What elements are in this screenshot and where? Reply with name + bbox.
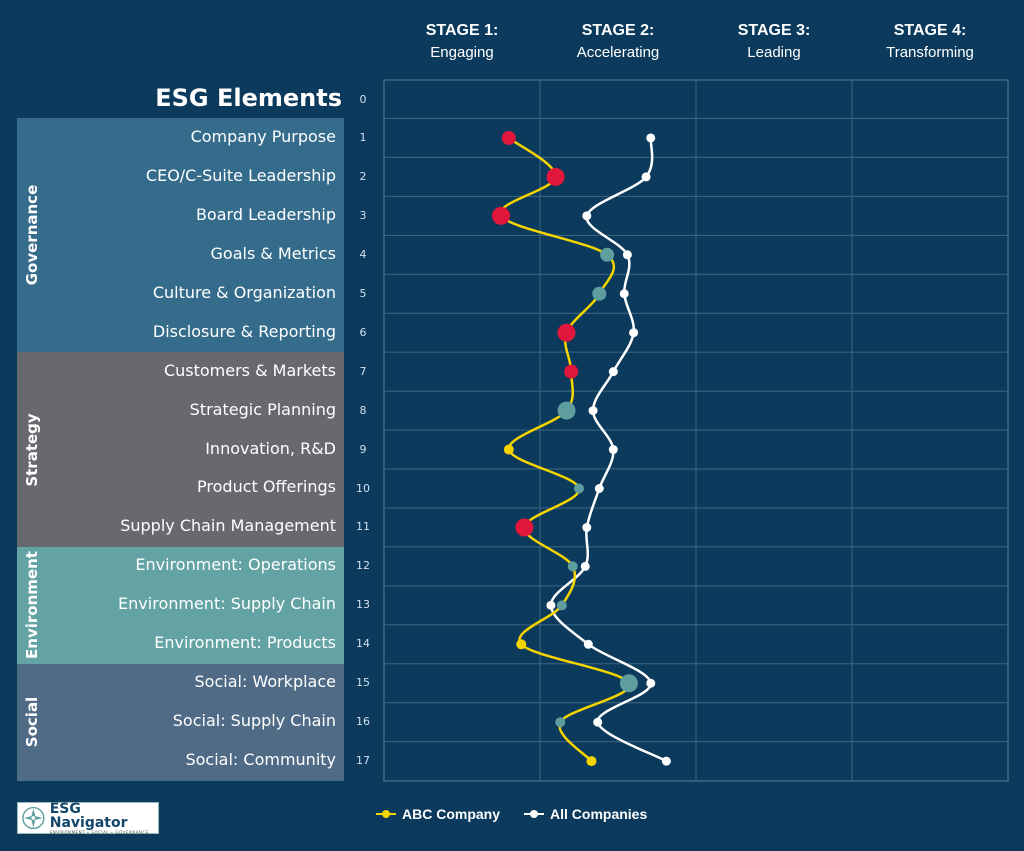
all-companies-point — [593, 717, 603, 727]
all-companies-point — [619, 289, 629, 299]
abc-company-point — [555, 717, 566, 728]
abc-company-point — [574, 483, 584, 494]
abc-company-point — [567, 561, 578, 572]
legend-all-label: All Companies — [550, 806, 648, 822]
esg-navigator-logo: ESG Navigator ENVIRONMENT • SOCIAL • GOV… — [17, 800, 159, 835]
all-companies-point — [583, 639, 593, 649]
abc-company-point — [557, 401, 576, 420]
all-companies-point — [629, 328, 639, 338]
abc-company-point — [492, 206, 510, 225]
all-companies-point — [588, 406, 598, 416]
abc-company-point — [516, 639, 527, 650]
all-companies-point — [646, 678, 656, 688]
abc-company-point — [501, 130, 516, 145]
abc-company-point — [592, 286, 607, 301]
all-companies-point — [582, 522, 592, 532]
all-companies-line — [549, 137, 667, 763]
all-companies-point — [622, 250, 632, 260]
logo-tagline: ENVIRONMENT • SOCIAL • GOVERNANCE — [49, 829, 149, 835]
all-companies-point — [646, 133, 656, 143]
abc-company-point — [619, 674, 638, 693]
all-companies-point — [582, 211, 592, 221]
legend-abc-marker-icon — [376, 810, 396, 818]
abc-company-point — [546, 167, 565, 186]
abc-company-point — [503, 444, 514, 455]
all-companies-point — [641, 172, 651, 182]
abc-company-point — [557, 323, 576, 342]
stage-chart — [383, 79, 1009, 782]
all-companies-point — [594, 484, 604, 493]
abc-company-point — [564, 364, 579, 379]
all-companies-point — [580, 561, 590, 571]
all-companies-point — [608, 445, 618, 455]
abc-company-point — [600, 247, 615, 262]
legend-abc-company: ABC Company — [376, 806, 500, 822]
all-companies-point — [546, 600, 556, 610]
all-companies-point — [608, 367, 618, 377]
abc-company-point — [556, 600, 567, 611]
compass-icon — [22, 806, 45, 830]
legend-all-companies: All Companies — [524, 806, 647, 822]
abc-company-point — [515, 518, 534, 537]
abc-company-point — [586, 756, 597, 767]
legend-abc-label: ABC Company — [402, 806, 501, 822]
all-companies-point — [661, 756, 671, 766]
legend-all-marker-icon — [524, 810, 544, 818]
logo-name: ESG Navigator — [49, 800, 128, 831]
